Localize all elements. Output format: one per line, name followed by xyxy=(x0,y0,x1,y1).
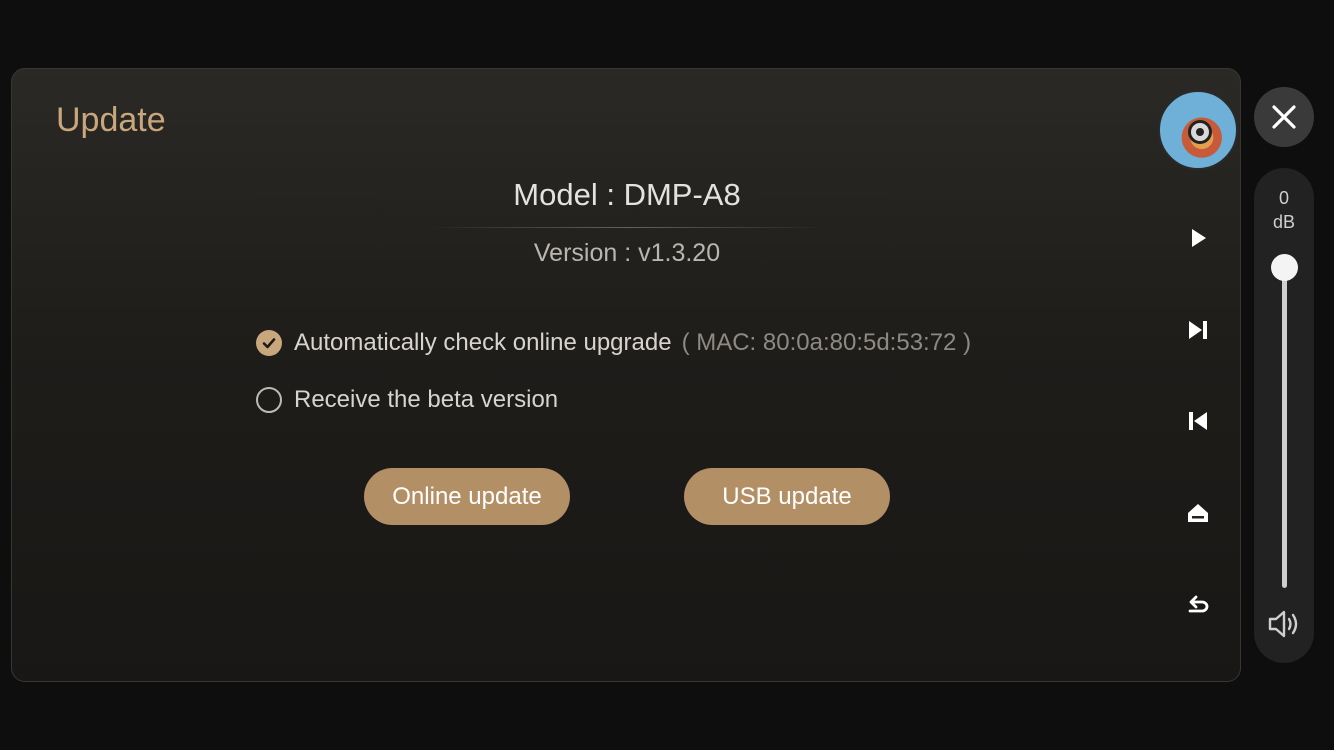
update-dialog: Update Model : DMP-A8 Version : v1.3.20 … xyxy=(11,68,1241,682)
beta-version-option[interactable]: Receive the beta version xyxy=(256,386,558,414)
volume-unit: dB xyxy=(1272,212,1296,232)
back-icon[interactable] xyxy=(1186,593,1210,617)
eject-icon[interactable] xyxy=(1186,501,1210,525)
next-track-icon[interactable] xyxy=(1186,318,1210,342)
version-label: Version : v1.3.20 xyxy=(533,239,721,267)
auto-check-option[interactable]: Automatically check online upgrade ( MAC… xyxy=(256,329,971,357)
speaker-icon[interactable] xyxy=(1266,606,1302,642)
close-icon xyxy=(1272,105,1296,129)
disc-icon xyxy=(1188,120,1212,144)
volume-value: 0 xyxy=(1278,188,1289,208)
beta-version-label: Receive the beta version xyxy=(294,386,559,413)
volume-slider-knob[interactable] xyxy=(1271,254,1298,281)
mac-address: ( MAC: 80:0a:80:5d:53:72 ) xyxy=(681,329,972,356)
dialog-title: Update xyxy=(56,101,166,139)
radio-unchecked-icon[interactable] xyxy=(256,387,282,413)
play-icon[interactable] xyxy=(1186,226,1210,250)
volume-slider-track[interactable] xyxy=(1282,268,1287,588)
album-art[interactable] xyxy=(1158,90,1238,170)
checkbox-checked-icon[interactable] xyxy=(256,330,282,356)
divider xyxy=(427,227,827,228)
usb-update-button[interactable]: USB update xyxy=(684,468,890,525)
close-button[interactable] xyxy=(1254,87,1314,147)
auto-check-label: Automatically check online upgrade xyxy=(294,329,672,356)
online-update-button[interactable]: Online update xyxy=(364,468,570,525)
previous-track-icon[interactable] xyxy=(1186,409,1210,433)
volume-panel: 0 dB xyxy=(1254,168,1314,663)
model-label: Model : DMP-A8 xyxy=(513,177,741,212)
